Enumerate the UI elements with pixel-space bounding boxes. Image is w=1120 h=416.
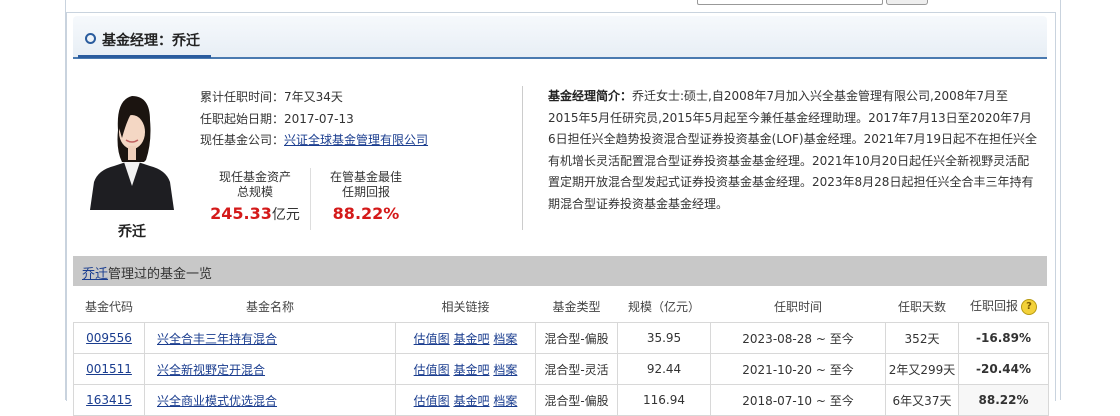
fund-return: 88.22%	[958, 384, 1049, 416]
fund-table: 基金代码 基金名称 相关链接 基金类型 规模（亿元） 任职时间 任职天数 任职回…	[73, 290, 1049, 416]
fund-forum-link[interactable]: 基金吧	[453, 394, 489, 408]
col-name: 基金名称	[144, 290, 396, 323]
fund-days: 6年又37天	[885, 384, 959, 416]
fund-name-link[interactable]: 兴全合丰三年持有混合	[157, 332, 277, 346]
assets-label: 现任基金资产 总规模	[206, 170, 304, 200]
fund-links: 估值图 基金吧 档案	[395, 322, 536, 354]
fund-days: 2年又299天	[885, 353, 959, 385]
fund-type: 混合型-偏股	[535, 384, 618, 416]
fund-code-link[interactable]: 163415	[86, 393, 132, 407]
fund-code: 001511	[73, 353, 145, 385]
fund-name: 兴全商业模式优选混合	[144, 384, 396, 416]
col-period: 任职时间	[710, 290, 886, 323]
fund-list-header	[73, 256, 1047, 286]
fund-forum-link[interactable]: 基金吧	[453, 332, 489, 346]
company-link[interactable]: 兴证全球基金管理有限公司	[284, 133, 428, 147]
fund-period: 2021-10-20 ~ 至今	[710, 353, 886, 385]
fund-profile-link[interactable]: 档案	[493, 394, 517, 408]
search-input[interactable]	[697, 0, 883, 5]
fund-return: -16.89%	[958, 322, 1049, 354]
table-header-row: 基金代码 基金名称 相关链接 基金类型 规模（亿元） 任职时间 任职天数 任职回…	[73, 290, 1049, 323]
bio-label: 基金经理简介：	[548, 89, 633, 103]
search-button[interactable]	[886, 0, 928, 5]
assets-label-line1: 现任基金资产	[218, 170, 291, 184]
fund-code: 163415	[73, 384, 145, 416]
fund-profile-link[interactable]: 档案	[493, 363, 517, 377]
fund-type: 混合型-偏股	[535, 322, 618, 354]
start-date-label: 任职起始日期：	[200, 112, 285, 126]
fund-period: 2023-08-28 ~ 至今	[710, 322, 886, 354]
best-return-label: 在管基金最佳 任期回报	[318, 170, 414, 200]
col-scale: 规模（亿元）	[617, 290, 711, 323]
col-code: 基金代码	[73, 290, 145, 323]
page-title: 基金经理：乔迁	[102, 33, 200, 49]
table-row: 001511 兴全新视野定开混合 估值图 基金吧 档案 混合型-灵活 92.44…	[73, 353, 1049, 385]
vertical-divider	[522, 86, 523, 230]
valuation-chart-link[interactable]: 估值图	[414, 363, 450, 377]
help-icon[interactable]: ?	[1021, 298, 1037, 315]
fund-name-link[interactable]: 兴全新视野定开混合	[157, 363, 265, 377]
fund-name: 兴全新视野定开混合	[144, 353, 396, 385]
manager-name-link[interactable]: 乔迁	[82, 267, 108, 282]
fund-type: 混合型-灵活	[535, 353, 618, 385]
fund-scale: 116.94	[617, 384, 711, 416]
fund-list-title: 乔迁管理过的基金一览	[82, 263, 212, 282]
col-days: 任职天数	[885, 290, 959, 323]
fund-name: 兴全合丰三年持有混合	[144, 322, 396, 354]
table-row: 163415 兴全商业模式优选混合 估值图 基金吧 档案 混合型-偏股 116.…	[73, 384, 1049, 416]
fund-links: 估值图 基金吧 档案	[395, 384, 536, 416]
fund-profile-link[interactable]: 档案	[493, 332, 517, 346]
assets-unit: 亿元	[271, 207, 300, 223]
title-underline	[78, 55, 211, 58]
assets-number: 245.33	[210, 204, 272, 223]
fund-links: 估值图 基金吧 档案	[395, 353, 536, 385]
title-bar	[73, 16, 1047, 58]
valuation-chart-link[interactable]: 估值图	[414, 394, 450, 408]
fund-period: 2018-07-10 ~ 至今	[710, 384, 886, 416]
title-divider	[73, 57, 1047, 59]
circle-bullet-icon	[85, 33, 96, 44]
fund-code: 009556	[73, 322, 145, 354]
best-label-line2: 任期回报	[341, 185, 390, 199]
fund-days: 352天	[885, 322, 959, 354]
start-date-value: 2017-07-13	[284, 112, 354, 126]
fund-code-link[interactable]: 009556	[86, 331, 132, 345]
fund-scale: 35.95	[617, 322, 711, 354]
fund-code-link[interactable]: 001511	[86, 362, 132, 376]
table-row: 009556 兴全合丰三年持有混合 估值图 基金吧 档案 混合型-偏股 35.9…	[73, 322, 1049, 354]
fund-return: -20.44%	[958, 353, 1049, 385]
bio-text: 乔迁女士:硕士,自2008年7月加入兴全基金管理有限公司,2008年7月至201…	[548, 89, 1038, 211]
col-type: 基金类型	[535, 290, 618, 323]
tenure-label: 累计任职时间：	[200, 90, 285, 104]
fund-name-link[interactable]: 兴全商业模式优选混合	[157, 394, 277, 408]
assets-label-line2: 总规模	[236, 185, 273, 199]
start-date-row: 任职起始日期：2017-07-13	[200, 110, 354, 127]
manager-bio: 基金经理简介：乔迁女士:硕士,自2008年7月加入兴全基金管理有限公司,2008…	[548, 86, 1038, 216]
col-return-label: 任职回报	[969, 299, 1018, 314]
col-return: 任职回报?	[958, 290, 1049, 323]
assets-value: 245.33亿元	[200, 204, 310, 224]
fund-forum-link[interactable]: 基金吧	[453, 363, 489, 377]
manager-name: 乔迁	[118, 224, 146, 240]
company-row: 现任基金公司：兴证全球基金管理有限公司	[200, 131, 428, 148]
fund-scale: 92.44	[617, 353, 711, 385]
tenure-value: 7年又34天	[284, 90, 343, 104]
best-label-line1: 在管基金最佳	[329, 170, 402, 184]
valuation-chart-link[interactable]: 估值图	[414, 332, 450, 346]
tenure-row: 累计任职时间：7年又34天	[200, 88, 343, 105]
manager-photo	[88, 90, 176, 210]
best-return-value: 88.22%	[332, 204, 400, 223]
stat-divider	[310, 168, 311, 230]
col-links: 相关链接	[395, 290, 536, 323]
fund-list-title-text: 管理过的基金一览	[108, 267, 213, 282]
company-label: 现任基金公司：	[200, 133, 285, 147]
